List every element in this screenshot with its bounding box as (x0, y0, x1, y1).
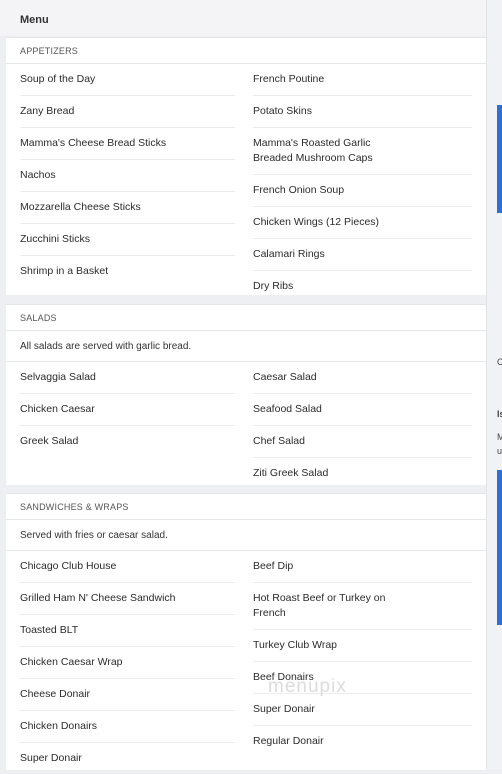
menu-item[interactable]: Chicago Club House (20, 551, 235, 583)
menu-item[interactable]: Shrimp in a Basket (20, 256, 235, 287)
menu-item[interactable]: Potato Skins (253, 96, 472, 128)
appetizers-right-column: French Poutine Potato Skins Mamma's Roas… (253, 64, 472, 302)
sandwiches-right-column: Beef Dip Hot Roast Beef or Turkey on Fre… (253, 551, 472, 757)
sandwiches-note: Served with fries or caesar salad. (6, 520, 486, 551)
menu-item[interactable]: Calamari Rings (253, 239, 472, 271)
adjacent-text-fragment: u (497, 446, 502, 456)
menu-item[interactable]: Beef Dip (253, 551, 472, 583)
menu-item[interactable]: Chef Salad (253, 426, 472, 458)
menu-item[interactable]: Chicken Caesar Wrap (20, 647, 235, 679)
salads-left-column: Selvaggia Salad Chicken Caesar Greek Sal… (20, 362, 235, 457)
menu-item[interactable]: Turkey Club Wrap (253, 630, 472, 662)
menu-item[interactable]: Chicken Caesar (20, 394, 235, 426)
menu-header: Menu (0, 0, 486, 36)
appetizers-section: APPETIZERS Soup of the Day Zany Bread Ma… (6, 37, 486, 295)
menu-item[interactable]: Toasted BLT (20, 615, 235, 647)
salads-right-column: Caesar Salad Seafood Salad Chef Salad Zi… (253, 362, 472, 489)
adjacent-text-fragment: C (497, 357, 502, 367)
menu-item[interactable]: Nachos (20, 160, 235, 192)
adjacent-text-fragment: Is (497, 409, 502, 419)
menu-item[interactable]: Dry Ribs (253, 271, 472, 302)
menu-item[interactable]: French Poutine (253, 64, 472, 96)
menu-item[interactable]: Mamma's Cheese Bread Sticks (20, 128, 235, 160)
salads-header: SALADS (6, 305, 486, 331)
appetizers-header: APPETIZERS (6, 38, 486, 64)
sandwiches-title: SANDWICHES & WRAPS (20, 502, 129, 512)
appetizers-title: APPETIZERS (20, 46, 79, 56)
sandwiches-note-text: Served with fries or caesar salad. (20, 530, 168, 541)
sandwiches-left-column: Chicago Club House Grilled Ham N' Cheese… (20, 551, 235, 774)
menu-item[interactable]: Grilled Ham N' Cheese Sandwich (20, 583, 235, 615)
salads-title: SALADS (20, 313, 57, 323)
sandwiches-section: SANDWICHES & WRAPS Served with fries or … (6, 493, 486, 770)
adjacent-blue-block (497, 470, 502, 625)
menu-item[interactable]: Hot Roast Beef or Turkey on French (253, 583, 472, 630)
menu-item[interactable]: Chicken Donairs (20, 711, 235, 743)
menu-item[interactable]: French Onion Soup (253, 175, 472, 207)
menu-item[interactable]: Soup of the Day (20, 64, 235, 96)
menu-item[interactable]: Zucchini Sticks (20, 224, 235, 256)
menupix-watermark: menupix (268, 676, 347, 697)
menu-item[interactable]: Mozzarella Cheese Sticks (20, 192, 235, 224)
menu-item[interactable]: Zany Bread (20, 96, 235, 128)
salads-note-text: All salads are served with garlic bread. (20, 341, 192, 352)
menu-item[interactable]: Ziti Greek Salad (253, 458, 472, 489)
menu-item[interactable]: Caesar Salad (253, 362, 472, 394)
sandwiches-header: SANDWICHES & WRAPS (6, 494, 486, 520)
menu-title: Menu (20, 14, 49, 26)
appetizers-left-column: Soup of the Day Zany Bread Mamma's Chees… (20, 64, 235, 287)
menu-item[interactable]: Cheese Donair (20, 679, 235, 711)
menu-item[interactable]: Chicken Wings (12 Pieces) (253, 207, 472, 239)
salads-section: SALADS All salads are served with garlic… (6, 304, 486, 485)
adjacent-text-fragment: M (497, 432, 502, 442)
menu-item[interactable]: Mamma's Roasted Garlic Breaded Mushroom … (253, 128, 472, 175)
menu-item[interactable]: Greek Salad (20, 426, 235, 457)
adjacent-blue-block (497, 105, 502, 213)
salads-note: All salads are served with garlic bread. (6, 331, 486, 362)
menu-item[interactable]: Selvaggia Salad (20, 362, 235, 394)
menu-item[interactable]: Super Donair (20, 743, 235, 774)
menu-item[interactable]: Super Donair (253, 694, 472, 726)
menu-item[interactable]: Seafood Salad (253, 394, 472, 426)
menu-item[interactable]: Regular Donair (253, 726, 472, 757)
